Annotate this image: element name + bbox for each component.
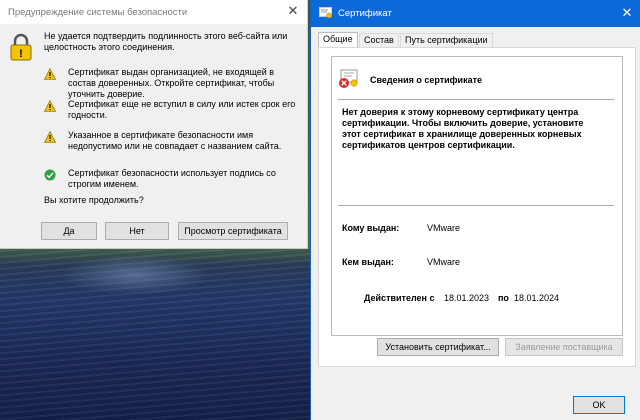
- warning-item: Сертификат безопасности использует подпи…: [44, 168, 302, 192]
- tab-details[interactable]: Состав: [359, 33, 399, 47]
- issued-by-label: Кем выдан:: [342, 257, 394, 267]
- issued-to-value: VMware: [427, 223, 461, 233]
- yes-button[interactable]: Да: [41, 222, 97, 240]
- warning-triangle-icon: [44, 131, 56, 143]
- check-circle-icon: [44, 169, 56, 181]
- issued-to-label: Кому выдан:: [342, 223, 400, 233]
- tab-general[interactable]: Общие: [318, 32, 358, 48]
- warning-item: Сертификат еще не вступил в силу или ист…: [44, 99, 302, 123]
- certificate-title: Сертификат: [338, 8, 392, 19]
- issuer-statement-button[interactable]: Заявление поставщика: [505, 338, 623, 356]
- view-certificate-button[interactable]: Просмотр сертификата: [178, 222, 288, 240]
- divider: [338, 99, 614, 100]
- valid-to-label: по: [498, 293, 509, 303]
- warning-triangle-icon: [44, 68, 56, 80]
- warning-title: Предупреждение системы безопасности: [8, 7, 188, 18]
- certificate-window: Сертификат ✕ Общие Состав Путь сертифика…: [310, 0, 640, 420]
- warning-item: Сертификат выдан организацией, не входящ…: [44, 67, 302, 101]
- tab-certification-path[interactable]: Путь сертификации: [400, 33, 493, 47]
- svg-text:!: !: [19, 48, 23, 60]
- continue-question: Вы хотите продолжить?: [44, 195, 144, 205]
- warning-item-text: Сертификат еще не вступил в силу или ист…: [68, 99, 296, 120]
- install-certificate-button[interactable]: Установить сертификат...: [377, 338, 499, 356]
- warning-titlebar: Предупреждение системы безопасности ✕: [0, 0, 307, 24]
- issued-by-value: VMware: [427, 257, 461, 267]
- valid-from-label: Действителен с: [364, 293, 435, 303]
- certificate-icon: [319, 7, 332, 19]
- valid-from-value: 18.01.2023: [444, 293, 490, 303]
- certificate-error-icon: [339, 69, 358, 88]
- warning-triangle-icon: [44, 100, 56, 112]
- trust-message: Нет доверия к этому корневому сертификат…: [342, 107, 584, 150]
- divider: [338, 205, 614, 206]
- warning-lead-text: Не удается подтвердить подлинность этого…: [44, 31, 288, 52]
- ok-button[interactable]: OK: [573, 396, 625, 414]
- general-tab-panel: Сведения о сертификате Нет доверия к это…: [318, 47, 636, 367]
- certificate-titlebar: Сертификат ✕: [311, 0, 640, 27]
- no-button[interactable]: Нет: [105, 222, 169, 240]
- certificate-info-frame: Сведения о сертификате Нет доверия к это…: [331, 56, 623, 336]
- security-lock-icon: !: [10, 33, 32, 61]
- certificate-info-header: Сведения о сертификате: [370, 75, 483, 85]
- close-icon[interactable]: ✕: [619, 5, 635, 21]
- water-reflection: [60, 255, 210, 295]
- close-icon[interactable]: ✕: [285, 3, 301, 19]
- valid-to-value: 18.01.2024: [514, 293, 560, 303]
- warning-item: Указанное в сертификате безопасности имя…: [44, 130, 302, 154]
- security-warning-dialog: Предупреждение системы безопасности ✕ ! …: [0, 0, 308, 249]
- warning-item-text: Сертификат безопасности использует подпи…: [68, 168, 276, 189]
- warning-item-text: Сертификат выдан организацией, не входящ…: [68, 67, 275, 99]
- warning-item-text: Указанное в сертификате безопасности имя…: [68, 130, 282, 151]
